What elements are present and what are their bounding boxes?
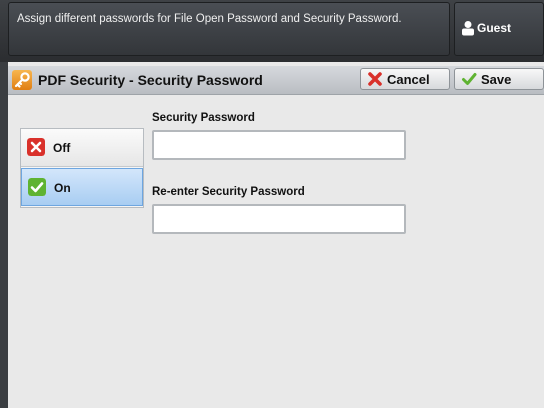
save-button[interactable]: Save bbox=[454, 68, 544, 90]
top-bar: Assign different passwords for File Open… bbox=[0, 0, 544, 62]
option-on-label: On bbox=[54, 181, 71, 195]
security-password-label: Security Password bbox=[152, 112, 255, 124]
toggle-group: Off On bbox=[20, 128, 144, 208]
user-button[interactable]: Guest bbox=[454, 2, 544, 56]
option-on[interactable]: On bbox=[21, 168, 143, 206]
option-off-label: Off bbox=[53, 141, 71, 155]
x-icon bbox=[27, 138, 45, 156]
key-icon bbox=[12, 70, 32, 90]
user-icon bbox=[462, 21, 474, 36]
reenter-password-label: Re-enter Security Password bbox=[152, 186, 305, 198]
security-password-field[interactable] bbox=[152, 130, 406, 160]
message-text: Assign different passwords for File Open… bbox=[17, 13, 402, 25]
cancel-label: Cancel bbox=[387, 71, 430, 87]
reenter-password-field[interactable] bbox=[152, 204, 406, 234]
page-title: PDF Security - Security Password bbox=[38, 72, 263, 88]
save-label: Save bbox=[481, 71, 512, 87]
message-banner: Assign different passwords for File Open… bbox=[8, 2, 450, 56]
user-label: Guest bbox=[477, 21, 512, 35]
check-icon bbox=[462, 73, 477, 85]
check-icon bbox=[28, 178, 46, 196]
left-edge bbox=[0, 62, 8, 408]
option-off[interactable]: Off bbox=[21, 129, 143, 167]
x-icon bbox=[368, 72, 382, 86]
cancel-button[interactable]: Cancel bbox=[360, 68, 450, 90]
title-bar: PDF Security - Security Password Cancel … bbox=[8, 66, 544, 95]
